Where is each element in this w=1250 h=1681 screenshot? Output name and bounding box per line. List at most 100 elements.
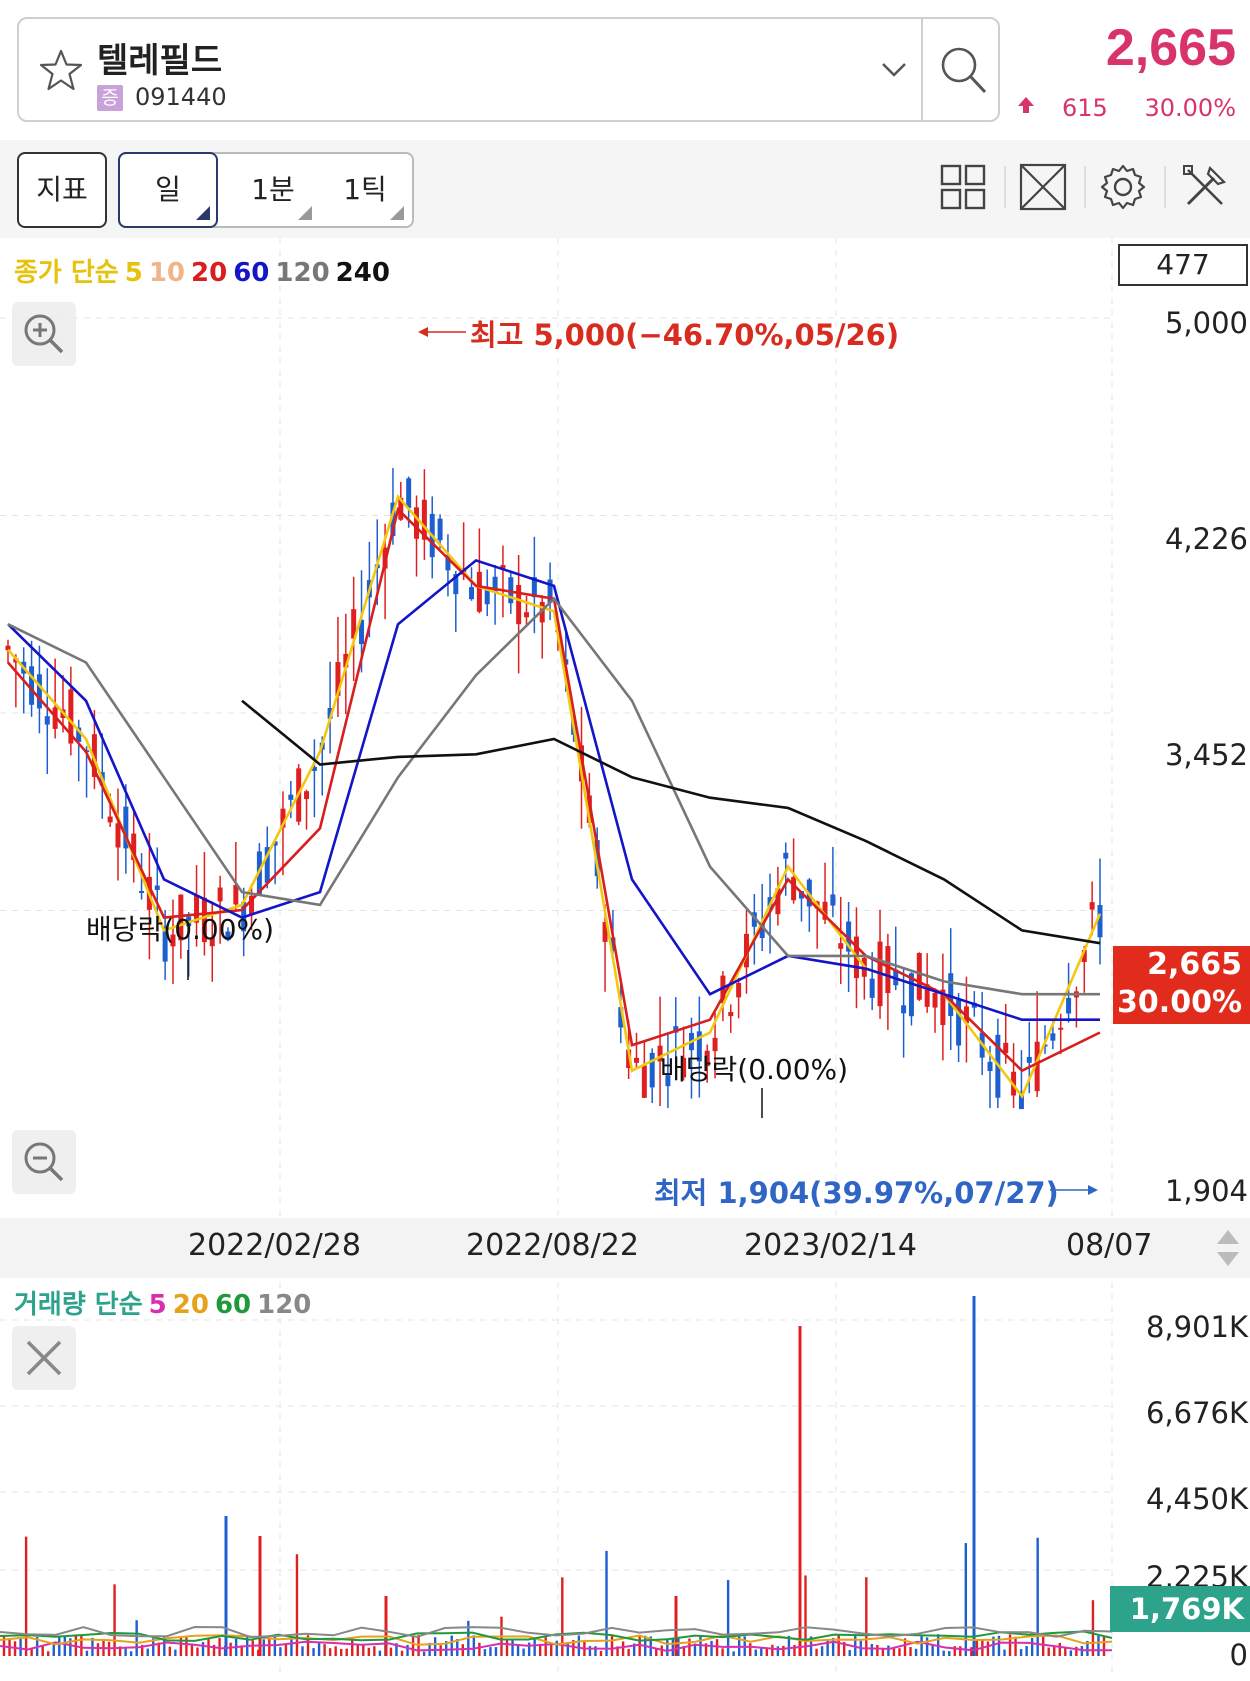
volume-bar [196, 1647, 199, 1656]
zoom-out-button[interactable] [12, 1130, 76, 1194]
scale-value-box[interactable]: 477 [1118, 244, 1248, 286]
volume-bar [1080, 1646, 1084, 1656]
price-candle-body [783, 852, 789, 859]
volume-bar [229, 1642, 232, 1656]
toolbar-separator [1004, 166, 1006, 208]
volume-bar [201, 1642, 205, 1656]
fullscreen-icon[interactable] [1018, 162, 1068, 212]
price-volume-chart[interactable] [0, 238, 1250, 1681]
chart-area: 종가 단순 5 10 20 60 120 240 477 5,000 4,226 3,452… [0, 238, 1250, 1681]
settings-gear-icon[interactable] [1098, 162, 1148, 212]
price-candles [5, 468, 1103, 1110]
price-change-amount: 615 [1062, 94, 1108, 122]
volume-bar [688, 1638, 691, 1656]
vol-ma-120-label: 120 [257, 1290, 312, 1320]
volume-bar [262, 1639, 265, 1656]
price-candle-body [36, 674, 42, 709]
volume-bar [920, 1636, 923, 1656]
price-candle-body [916, 953, 922, 1000]
volume-bar [837, 1635, 840, 1656]
stock-search-box[interactable]: 텔레필드 증 091440 [17, 17, 1000, 122]
volume-bar [1025, 1646, 1028, 1656]
layout-grid-icon[interactable] [938, 162, 988, 212]
volume-bar [1058, 1642, 1061, 1656]
scroll-arrows-icon[interactable] [1214, 1226, 1242, 1270]
volume-bar [30, 1648, 33, 1656]
volume-bar [334, 1646, 337, 1656]
volume-bar [677, 1637, 680, 1656]
volume-bar [870, 1644, 874, 1656]
x-label: 2022/02/28 [188, 1228, 361, 1263]
ma-10-label: 10 [148, 258, 186, 288]
volume-bar [925, 1637, 929, 1656]
market-badge: 증 [97, 85, 123, 111]
toolbar-separator [1084, 166, 1086, 208]
volume-bar [356, 1645, 359, 1656]
volume-bar [290, 1637, 293, 1656]
price-candle-body [304, 791, 310, 800]
vol-y-label: 8,901K [1145, 1310, 1248, 1344]
toolbar-separator [1164, 166, 1166, 208]
volume-bar [295, 1554, 299, 1656]
chevron-down-icon[interactable] [879, 57, 909, 81]
volume-bar [749, 1643, 752, 1656]
volume-bar [135, 1620, 138, 1656]
period-day-button[interactable]: 일 [118, 152, 218, 228]
volume-bar [898, 1648, 901, 1656]
volume-bar [113, 1584, 116, 1656]
x-label: 2023/02/14 [744, 1228, 917, 1263]
volume-bar [378, 1650, 382, 1656]
ma-20-label: 20 [191, 258, 228, 288]
star-icon[interactable] [37, 47, 85, 95]
y-label-3452: 3,452 [1164, 738, 1248, 772]
volume-bar [544, 1637, 547, 1656]
volume-bar [1102, 1636, 1106, 1656]
price-candle-body [838, 943, 844, 949]
tools-icon[interactable] [1180, 162, 1230, 212]
volume-bar [422, 1651, 426, 1656]
price-candle-body [633, 1057, 639, 1063]
dividend-annotation: 배당락(0.00%) [660, 1053, 849, 1086]
volume-bar [483, 1649, 487, 1656]
volume-bar [279, 1647, 282, 1656]
volume-bar [1019, 1649, 1023, 1656]
volume-bar [760, 1647, 763, 1656]
price-candle-body [154, 885, 160, 890]
volume-bar [527, 1642, 531, 1656]
close-volume-button[interactable] [12, 1326, 76, 1390]
volume-bar [577, 1635, 581, 1656]
vol-ma-20-label: 20 [172, 1290, 209, 1320]
vol-ma-5-label: 5 [148, 1290, 167, 1320]
price-candle-body [115, 823, 121, 848]
volume-bar [671, 1638, 675, 1656]
stock-name: 텔레필드 [97, 41, 223, 81]
high-annotation: 최고 5,000(−46.70%,05/26) [470, 318, 900, 352]
current-price: 2,665 [1105, 19, 1236, 77]
price-candle-body [288, 794, 294, 800]
volume-bar [627, 1648, 630, 1656]
volume-bar [986, 1641, 990, 1656]
price-candle-body [1066, 997, 1072, 1014]
volume-bar [522, 1648, 525, 1656]
ma-240-label: 240 [335, 258, 390, 288]
search-icon[interactable] [937, 43, 989, 97]
volume-bar [721, 1648, 724, 1656]
volume-bar [146, 1648, 149, 1656]
corner-triangle-icon [298, 206, 312, 220]
volume-bar [373, 1646, 376, 1656]
period-tick-button[interactable]: 1틱 [320, 154, 410, 226]
volume-bar [411, 1636, 415, 1656]
indicator-button[interactable]: 지표 [17, 152, 107, 228]
zoom-in-button[interactable] [12, 302, 76, 366]
volume-bar [1069, 1650, 1073, 1656]
volume-bar [666, 1638, 669, 1656]
period-minute-button[interactable]: 1분 [228, 154, 318, 226]
zoom-out-icon [24, 1142, 64, 1182]
volume-bar [312, 1648, 315, 1656]
chart-toolbar: 지표 일 1분 1틱 [0, 140, 1250, 238]
price-legend: 종가 단순 5 10 20 60 120 240 [14, 252, 396, 289]
volume-bar [865, 1577, 868, 1656]
volume-bar [826, 1639, 829, 1656]
zoom-in-icon [24, 314, 64, 354]
volume-bar [726, 1580, 730, 1656]
